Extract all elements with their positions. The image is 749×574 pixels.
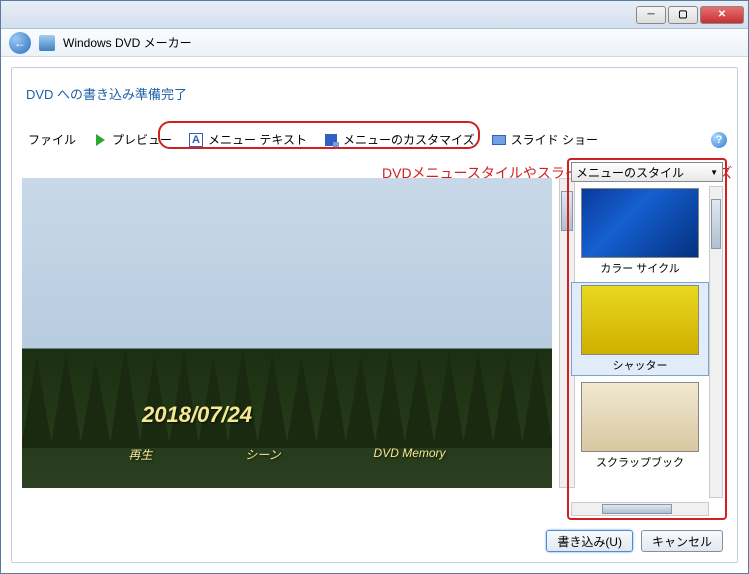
maximize-button[interactable]: ▢ [668,6,698,24]
menu-text-button[interactable]: A メニュー テキスト [182,129,313,150]
style-item-shutter[interactable]: シャッター [571,282,709,376]
customize-icon [323,132,339,148]
app-window: ─ ▢ ✕ ← Windows DVD メーカー DVD への書き込み準備完了 … [0,0,749,574]
slideshow-button[interactable]: スライド ショー [485,129,604,150]
style-dropdown[interactable]: メニューのスタイル ▼ [571,162,723,182]
text-icon: A [188,132,204,148]
customize-menu-button[interactable]: メニューのカスタマイズ [317,129,481,150]
titlebar: ─ ▢ ✕ [1,1,748,29]
slideshow-icon [491,132,507,148]
style-vscrollbar[interactable] [709,186,723,498]
dvd-menu-memory[interactable]: DVD Memory [374,446,446,463]
cancel-button[interactable]: キャンセル [641,530,723,552]
back-button[interactable]: ← [9,32,31,54]
toolbar: ファイル プレビュー A メニュー テキスト メニューのカスタマイズ スライド … [22,125,727,154]
style-panel: メニューのスタイル ▼ カラー サイクル シャッター [567,158,727,520]
window-title: Windows DVD メーカー [63,34,192,51]
status-text: DVD への書き込み準備完了 [22,76,727,107]
close-button[interactable]: ✕ [700,6,744,24]
style-thumbnail [581,285,699,355]
chevron-down-icon: ▼ [710,168,718,177]
style-item-scrapbook[interactable]: スクラップブック [571,380,709,472]
preview-button[interactable]: プレビュー [86,129,178,150]
style-item-color-cycle[interactable]: カラー サイクル [571,186,709,278]
minimize-button[interactable]: ─ [636,6,666,24]
help-button[interactable]: ? [711,132,727,148]
app-icon [39,35,55,51]
file-menu[interactable]: ファイル [22,129,82,150]
style-thumbnail [581,188,699,258]
dvd-menu-play[interactable]: 再生 [128,446,152,463]
play-icon [92,132,108,148]
dvd-title: 2018/07/24 [142,402,252,428]
style-hscrollbar[interactable] [571,502,709,516]
burn-button[interactable]: 書き込み(U) [546,530,633,552]
header-bar: ← Windows DVD メーカー [1,29,748,57]
dvd-menu-preview[interactable]: 2018/07/24 再生 シーン DVD Memory [22,178,552,488]
dvd-menu-scene[interactable]: シーン [245,446,280,463]
style-thumbnail [581,382,699,452]
preview-area: 2018/07/24 再生 シーン DVD Memory [22,158,559,520]
